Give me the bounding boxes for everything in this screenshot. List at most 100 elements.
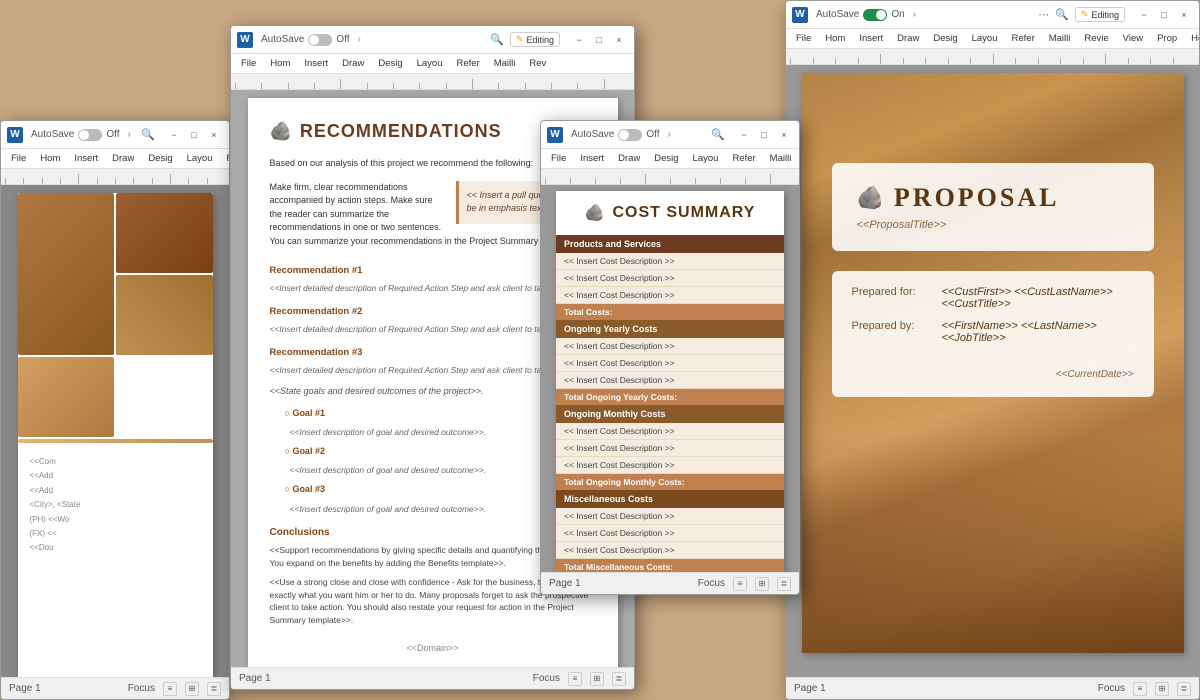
- autosave-toggle-win1[interactable]: [78, 129, 102, 141]
- close-btn-win3[interactable]: ×: [775, 126, 793, 144]
- maximize-btn-win4[interactable]: □: [1155, 6, 1173, 24]
- ribbon-tab-design-win2[interactable]: Desig: [374, 56, 406, 71]
- ribbon-tab-rev-win2[interactable]: Rev: [525, 56, 550, 71]
- focus-label-win2[interactable]: Focus: [533, 673, 560, 684]
- view-btn-print-win3[interactable]: ⊞: [755, 577, 769, 591]
- search-icon-win2[interactable]: 🔍: [490, 33, 504, 46]
- view-btn-web-win1[interactable]: ≣: [207, 682, 221, 696]
- view-btn-read-win3[interactable]: ≡: [733, 577, 747, 591]
- ribbon-tab-mail-win3[interactable]: Mailli: [766, 151, 796, 166]
- chevron-icon-win2[interactable]: ›: [358, 34, 361, 45]
- maximize-btn-win3[interactable]: □: [755, 126, 773, 144]
- ribbon-tab-home-win4[interactable]: Hom: [821, 31, 849, 46]
- cost-row-11: << Insert Cost Description >>: [556, 525, 784, 542]
- view-btn-print-win1[interactable]: ⊞: [185, 682, 199, 696]
- word-logo-win1: W: [7, 127, 23, 143]
- status-bar-win1: Page 1 Focus ≡ ⊞ ≣: [1, 677, 229, 699]
- view-btn-print-win2[interactable]: ⊞: [590, 672, 604, 686]
- view-btn-read-win1[interactable]: ≡: [163, 682, 177, 696]
- search-icon-win1[interactable]: 🔍: [141, 128, 155, 141]
- maximize-btn-win1[interactable]: □: [185, 126, 203, 144]
- ribbon-tab-prop-win4[interactable]: Prop: [1153, 31, 1181, 46]
- wood-cell-1: [116, 193, 213, 273]
- ribbon-tab-file-win3[interactable]: File: [547, 151, 570, 166]
- cost-row-1: << Insert Cost Description >>: [556, 253, 784, 270]
- close-btn-win1[interactable]: ×: [205, 126, 223, 144]
- word-window-proposal[interactable]: W AutoSave On › ··· 🔍 ✎ Editing − □ × Fi…: [785, 0, 1200, 700]
- status-bar-win3: Page 1 Focus ≡ ⊞ ≣: [541, 572, 799, 594]
- doc-page-win3[interactable]: 🪨 COST SUMMARY Products and Services << …: [556, 191, 784, 572]
- wood-cell-2: [116, 275, 213, 355]
- proposal-content: 🪨 PROPOSAL <<ProposalTitle>> Prepared fo…: [802, 73, 1184, 427]
- close-btn-win4[interactable]: ×: [1175, 6, 1193, 24]
- autosave-toggle-win2[interactable]: [308, 34, 332, 46]
- ribbon-tab-home-win1[interactable]: Hom: [36, 151, 64, 166]
- cost-row-5: << Insert Cost Description >>: [556, 355, 784, 372]
- ribbon-tab-view-win4[interactable]: View: [1119, 31, 1147, 46]
- ribbon-tab-home-win2[interactable]: Hom: [266, 56, 294, 71]
- doc-page-win1[interactable]: <<Com <<Add <<Add <City>, <State (PH) <<…: [18, 193, 213, 677]
- word-window-cost-summary[interactable]: W AutoSave Off › 🔍 − □ × File Insert Dra…: [540, 120, 800, 595]
- view-btn-read-win2[interactable]: ≡: [568, 672, 582, 686]
- search-icon-win3[interactable]: 🔍: [711, 128, 725, 141]
- ribbon-tab-draw-win3[interactable]: Draw: [614, 151, 644, 166]
- ribbon-tab-insert-win2[interactable]: Insert: [300, 56, 332, 71]
- ruler-win2: [231, 74, 634, 90]
- ribbon-tab-design-win1[interactable]: Desig: [144, 151, 176, 166]
- focus-label-win3[interactable]: Focus: [698, 578, 725, 589]
- ribbon-tab-design-win4[interactable]: Desig: [929, 31, 961, 46]
- ribbon-tab-refer-win4[interactable]: Refer: [1008, 31, 1039, 46]
- word-window-letterhead[interactable]: W AutoSave Off › 🔍 − □ × File Hom Insert…: [0, 120, 230, 700]
- address2-field: <<Add: [30, 484, 201, 498]
- wood-collage: [18, 193, 213, 443]
- ruler-mark: [393, 83, 419, 89]
- ruler-mark: [60, 178, 78, 184]
- prepared-for-value: <<CustFirst>> <<CustLastName>> <<CustTit…: [942, 286, 1134, 310]
- ribbon-tab-draw-win1[interactable]: Draw: [108, 151, 138, 166]
- view-btn-print-win4[interactable]: ⊞: [1155, 682, 1169, 696]
- autosave-toggle-win4[interactable]: [863, 9, 887, 21]
- ribbon-tab-layout-win1[interactable]: Layou: [183, 151, 217, 166]
- minimize-btn-win3[interactable]: −: [735, 126, 753, 144]
- cost-section-yearly-header: Ongoing Yearly Costs: [556, 320, 784, 338]
- search-icon-win4[interactable]: 🔍: [1055, 8, 1069, 21]
- focus-label-win1[interactable]: Focus: [128, 683, 155, 694]
- ribbon-tab-file-win4[interactable]: File: [792, 31, 815, 46]
- ruler-mark: [207, 178, 225, 184]
- ribbon-tab-draw-win4[interactable]: Draw: [893, 31, 923, 46]
- ribbon-tab-design-win3[interactable]: Desig: [650, 151, 682, 166]
- minimize-btn-win1[interactable]: −: [165, 126, 183, 144]
- view-btn-read-win4[interactable]: ≡: [1133, 682, 1147, 696]
- ribbon-tab-refer-win1[interactable]: Refer: [223, 151, 230, 166]
- ribbon-tab-refer-win2[interactable]: Refer: [453, 56, 484, 71]
- ribbon-tab-insert-win3[interactable]: Insert: [576, 151, 608, 166]
- view-btn-web-win3[interactable]: ≣: [777, 577, 791, 591]
- ribbon-tab-help-win4[interactable]: Help: [1187, 31, 1199, 46]
- ribbon-tab-mail-win4[interactable]: Mailli: [1045, 31, 1075, 46]
- ribbon-tab-draw-win2[interactable]: Draw: [338, 56, 368, 71]
- autosave-toggle-win3[interactable]: [618, 129, 642, 141]
- ribbon-tab-insert-win1[interactable]: Insert: [70, 151, 102, 166]
- ribbon-win4: File Hom Insert Draw Desig Layou Refer M…: [786, 29, 1199, 49]
- focus-label-win4[interactable]: Focus: [1098, 683, 1125, 694]
- ribbon-tab-refer-win3[interactable]: Refer: [728, 151, 759, 166]
- minimize-btn-win2[interactable]: −: [570, 31, 588, 49]
- view-btn-web-win4[interactable]: ≣: [1177, 682, 1191, 696]
- ribbon-tab-layout-win2[interactable]: Layou: [413, 56, 447, 71]
- ribbon-tab-file-win2[interactable]: File: [237, 56, 260, 71]
- chevron-icon-win4[interactable]: ›: [913, 9, 916, 20]
- page-area-win4: 🪨 PROPOSAL <<ProposalTitle>> Prepared fo…: [786, 65, 1199, 677]
- ribbon-tab-insert-win4[interactable]: Insert: [855, 31, 887, 46]
- ribbon-tab-layout-win3[interactable]: Layou: [689, 151, 723, 166]
- ruler-mark: [720, 178, 745, 184]
- maximize-btn-win2[interactable]: □: [590, 31, 608, 49]
- ribbon-tab-mail-win2[interactable]: Mailli: [490, 56, 520, 71]
- ellipsis-icon-win4[interactable]: ···: [1038, 9, 1049, 21]
- ribbon-tab-file-win1[interactable]: File: [7, 151, 30, 166]
- ribbon-tab-layout-win4[interactable]: Layou: [968, 31, 1002, 46]
- ribbon-tab-revie-win4[interactable]: Revie: [1080, 31, 1112, 46]
- minimize-btn-win4[interactable]: −: [1135, 6, 1153, 24]
- close-btn-win2[interactable]: ×: [610, 31, 628, 49]
- view-btn-web-win2[interactable]: ≣: [612, 672, 626, 686]
- doc-page-win4[interactable]: 🪨 PROPOSAL <<ProposalTitle>> Prepared fo…: [802, 73, 1184, 653]
